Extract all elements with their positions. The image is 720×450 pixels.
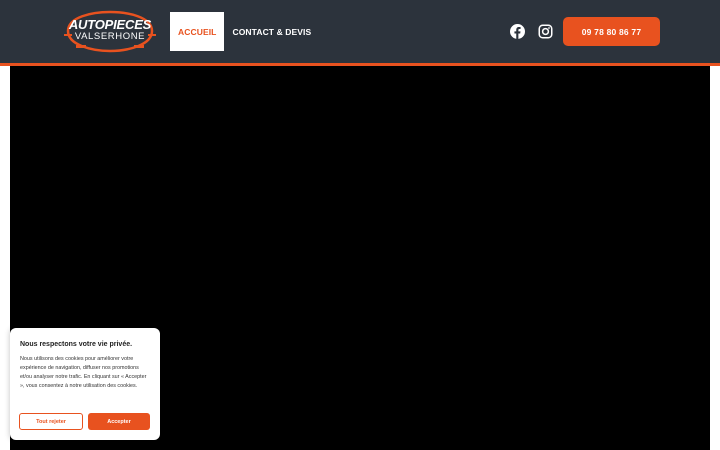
nav-item-contact-devis[interactable]: CONTACT & DEVIS [224,12,319,51]
nav-item-accueil[interactable]: ACCUEIL [170,12,225,51]
main-nav: ACCUEIL CONTACT & DEVIS [170,12,319,51]
facebook-link[interactable] [510,24,525,39]
cookie-text: Nous utilisons des cookies pour améliore… [20,356,147,389]
logo-subtitle: VALSERHONE [74,31,146,42]
site-logo[interactable]: AUTOPIECES VALSERHONE [62,9,158,54]
phone-button[interactable]: 09 78 80 86 77 [563,17,660,46]
accept-button[interactable]: Accepter [88,413,150,430]
facebook-icon [510,24,525,39]
logo-wordmark: AUTOPIECES [68,17,152,32]
cookie-title: Nous respectons votre vie privée. [20,341,133,348]
instagram-icon [538,24,553,39]
site-header: AUTOPIECES VALSERHONE ACCUEIL CONTACT & … [0,0,720,63]
instagram-link[interactable] [538,24,553,39]
reject-all-button[interactable]: Tout rejeter [19,413,83,430]
cookie-banner: Nous respectons votre vie privée. Nous u… [10,328,160,440]
cookie-buttons: Tout rejeter Accepter [19,413,150,430]
